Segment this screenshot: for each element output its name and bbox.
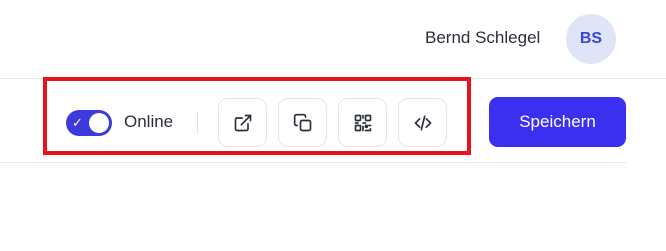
user-name: Bernd Schlegel	[425, 28, 541, 47]
save-button[interactable]: Speichern	[489, 97, 626, 147]
toolbar-divider	[0, 162, 626, 163]
app-header: Bernd Schlegel BS	[0, 0, 666, 79]
avatar[interactable]: BS	[566, 14, 616, 64]
highlight-annotation	[43, 77, 471, 155]
